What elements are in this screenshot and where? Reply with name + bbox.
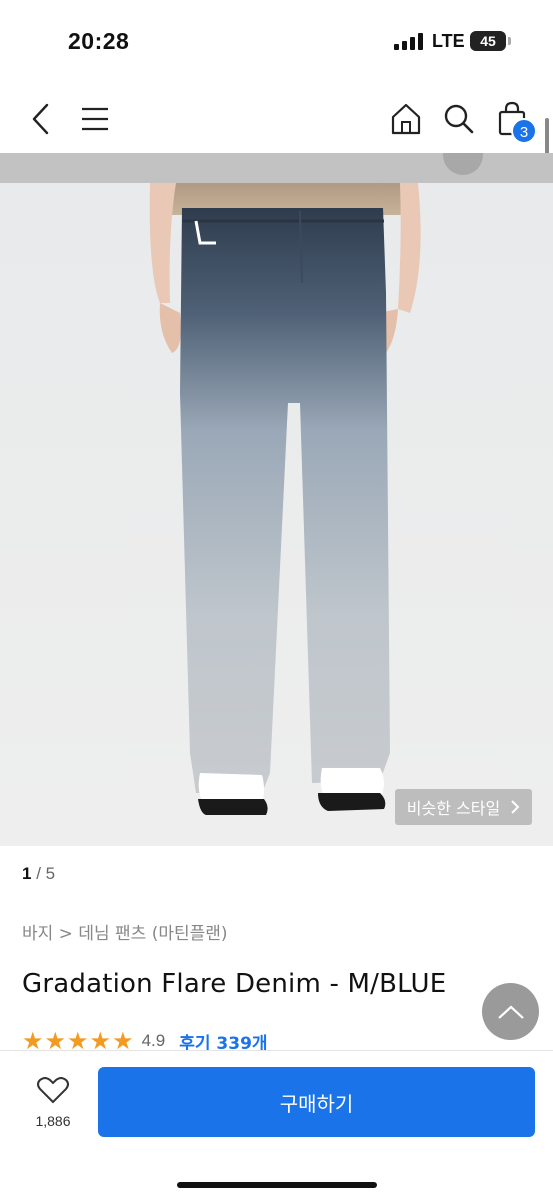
chevron-right-icon [511, 800, 520, 814]
status-bar: 20:28 LTE 45 [0, 0, 553, 78]
cart-count-badge: 3 [511, 118, 537, 144]
product-photo [0, 153, 553, 846]
buy-button[interactable]: 구매하기 [98, 1067, 535, 1137]
home-indicator [177, 1182, 377, 1188]
pager-current: 1 [22, 864, 32, 883]
chevron-up-icon [497, 1005, 524, 1019]
signal-icon [394, 33, 424, 50]
rating-value: 4.9 [141, 1031, 166, 1050]
like-count: 1,886 [35, 1113, 71, 1129]
nav-bar [0, 84, 553, 154]
menu-icon[interactable] [78, 84, 112, 154]
battery-tip [508, 37, 511, 45]
home-icon[interactable] [386, 84, 426, 154]
back-arrow-icon[interactable] [24, 84, 58, 154]
similar-style-button[interactable]: 비슷한 스타일 [395, 789, 532, 825]
like-button[interactable]: 1,886 [28, 1075, 78, 1135]
heart-icon [37, 1077, 69, 1104]
product-image[interactable]: 비슷한 스타일 [0, 153, 553, 846]
search-icon[interactable] [440, 84, 478, 154]
scroll-to-top-button[interactable] [482, 983, 539, 1040]
battery-icon: 45 [470, 31, 506, 51]
similar-style-label: 비슷한 스타일 [406, 799, 501, 818]
network-label: LTE [432, 31, 465, 51]
pager-total: / 5 [36, 864, 56, 883]
product-title: Gradation Flare Denim - M/BLUE [22, 969, 447, 999]
breadcrumb[interactable]: 바지 > 데님 팬츠 (마틴플랜) [22, 919, 228, 944]
status-time: 20:28 [68, 28, 130, 54]
image-pager: 1 / 5 [22, 864, 55, 884]
